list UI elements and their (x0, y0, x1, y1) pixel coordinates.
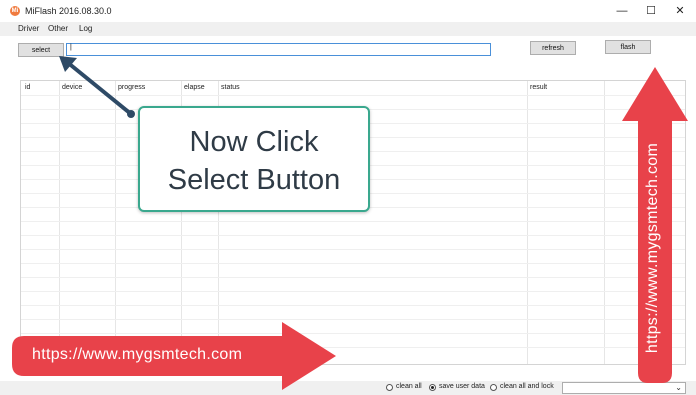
save-user-data-label[interactable]: save user data (439, 383, 485, 390)
flash-button[interactable]: flash (605, 40, 651, 54)
watermark-horizontal: https://www.mygsmtech.com (32, 346, 243, 363)
miflash-app-icon: Mi (10, 6, 20, 16)
menu-bar: Driver Other Log (0, 22, 696, 36)
table-row (21, 319, 685, 320)
title-bar: Mi MiFlash 2016.08.30.0 — ☐ ✕ (0, 0, 696, 22)
column-header-result[interactable]: result (530, 84, 547, 91)
close-button[interactable]: ✕ (665, 2, 695, 20)
pointer-arrow-icon (59, 56, 135, 118)
save-user-data-radio[interactable] (429, 384, 436, 391)
table-row (21, 277, 685, 278)
clean-all-radio[interactable] (386, 384, 393, 391)
clean-all-and-lock-label[interactable]: clean all and lock (500, 383, 554, 390)
instruction-callout: Now Click Select Button (138, 106, 370, 212)
table-row (21, 249, 685, 250)
watermark-vertical: https://www.mygsmtech.com (644, 142, 661, 354)
column-header-elapse[interactable]: elapse (184, 84, 205, 91)
table-row (21, 235, 685, 236)
miflash-window: Mi MiFlash 2016.08.30.0 — ☐ ✕ ↖ Driver O… (0, 0, 696, 395)
column-header-id[interactable]: id (25, 84, 30, 91)
menu-log[interactable]: Log (79, 24, 92, 33)
maximize-button[interactable]: ☐ (636, 2, 666, 20)
menu-other[interactable]: Other (48, 24, 68, 33)
clean-all-label[interactable]: clean all (396, 383, 422, 390)
menu-driver[interactable]: Driver (18, 24, 39, 33)
callout-line-2: Select Button (167, 164, 341, 196)
column-header-status[interactable]: status (221, 84, 240, 91)
table-row (21, 291, 685, 292)
table-row (21, 305, 685, 306)
minimize-button[interactable]: — (607, 2, 637, 20)
clean-all-and-lock-radio[interactable] (490, 384, 497, 391)
table-row (21, 221, 685, 222)
window-title: MiFlash 2016.08.30.0 (25, 6, 112, 16)
refresh-button[interactable]: refresh (530, 41, 576, 55)
callout-line-1: Now Click (189, 126, 319, 158)
table-row (21, 263, 685, 264)
